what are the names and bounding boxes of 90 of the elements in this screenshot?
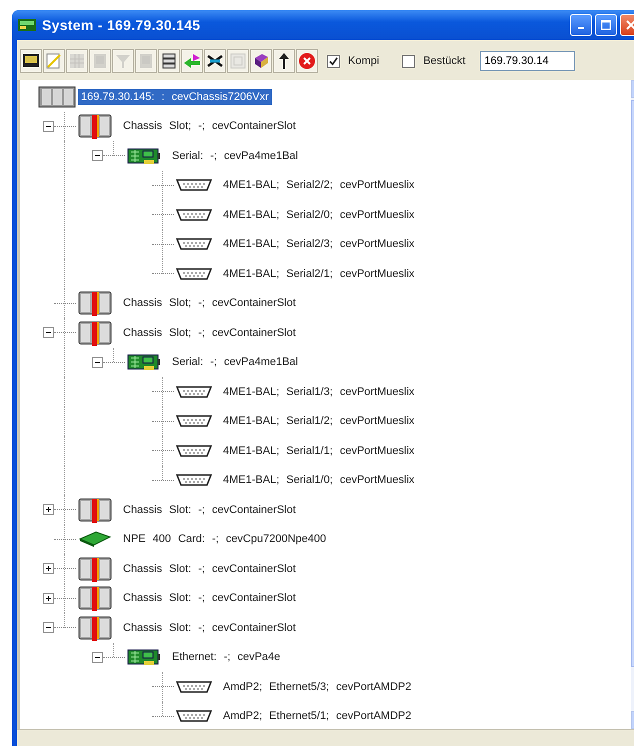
window-title: System - 169.79.30.145 xyxy=(42,17,200,33)
slot-icon xyxy=(78,320,112,346)
toolbar-button[interactable] xyxy=(273,49,295,73)
address-field[interactable]: 169.79.30.14 xyxy=(480,51,576,71)
tree-item[interactable]: 4ME1-BAL; Serial2/0; cevPortMueslix xyxy=(220,206,418,223)
expander-toggle[interactable] xyxy=(92,356,103,368)
tree-item[interactable]: Serial: -; cevPa4me1Bal xyxy=(169,148,301,164)
tree-item[interactable]: 4ME1-BAL; Serial1/1; cevPortMueslix xyxy=(220,442,418,459)
tree-item[interactable]: Chassis Slot: -; cevContainerSlot xyxy=(120,560,299,577)
plus-icon xyxy=(46,596,51,601)
expander-toggle[interactable] xyxy=(92,652,103,663)
slot-icon xyxy=(78,614,112,641)
toolbar-button[interactable] xyxy=(158,49,180,73)
stack-icon xyxy=(160,52,178,70)
toolbar-button[interactable] xyxy=(204,49,226,73)
slot-icon xyxy=(78,290,112,316)
minus-icon xyxy=(95,362,100,363)
port-connector-icon xyxy=(176,680,212,694)
minimize-button[interactable] xyxy=(570,14,592,36)
plus-icon xyxy=(46,507,51,512)
tree-item[interactable]: Serial: -; cevPa4me1Bal xyxy=(169,354,301,370)
page-icon xyxy=(91,52,109,70)
minus-icon xyxy=(95,656,100,658)
port-connector-icon xyxy=(176,444,212,458)
checkbox-label: Kompi xyxy=(348,55,380,67)
port-connector-icon xyxy=(176,237,212,252)
minus-icon xyxy=(46,126,51,127)
cross-arrows-icon xyxy=(206,52,224,70)
minus-icon xyxy=(95,155,100,156)
swap-arrows-icon xyxy=(183,52,201,70)
toolbar-button[interactable] xyxy=(20,49,42,73)
tree-item[interactable]: Chassis Slot: -; cevContainerSlot xyxy=(120,620,299,636)
maximize-button[interactable] xyxy=(595,14,617,36)
expander-toggle[interactable] xyxy=(43,622,54,634)
frame-icon xyxy=(229,52,247,70)
maximize-icon xyxy=(601,20,611,30)
minus-icon xyxy=(46,627,51,628)
tree-item[interactable]: 4ME1-BAL; Serial1/2; cevPortMueslix xyxy=(220,413,418,430)
expander-toggle[interactable] xyxy=(43,592,54,604)
port-connector-icon xyxy=(176,266,212,281)
tree-item[interactable]: AmdP2; Ethernet5/1; cevPortAMDP2 xyxy=(220,708,414,724)
port-connector-icon xyxy=(176,208,212,222)
chassis-icon xyxy=(38,84,76,109)
plus-icon xyxy=(46,566,51,572)
tree-item[interactable]: 4ME1-BAL; Serial1/0; cevPortMueslix xyxy=(220,472,418,488)
page-icon xyxy=(137,52,155,70)
tree-item[interactable]: Chassis Slot; -; cevContainerSlot xyxy=(120,295,299,312)
slot-icon xyxy=(78,585,112,612)
app-icon xyxy=(18,18,36,32)
checkbox[interactable] xyxy=(402,54,416,68)
tree-item[interactable]: NPE 400 Card: -; cevCpu7200Npe400 xyxy=(120,531,330,548)
tree-item[interactable]: Chassis Slot; -; cevContainerSlot xyxy=(120,118,299,134)
slot-icon xyxy=(78,113,112,140)
pencil-icon xyxy=(45,52,63,70)
funnel-icon xyxy=(114,52,132,70)
port-connector-icon xyxy=(176,384,212,399)
tree-item[interactable]: Chassis Slot; -; cevContainerSlot xyxy=(120,324,299,341)
minimize-icon xyxy=(578,27,584,29)
tree-item[interactable]: Chassis Slot: -; cevContainerSlot xyxy=(120,590,299,606)
tree-item[interactable]: AmdP2; Ethernet5/3; cevPortAMDP2 xyxy=(220,678,414,695)
tree-item[interactable]: 4ME1-BAL; Serial2/3; cevPortMueslix xyxy=(220,236,418,252)
minus-icon xyxy=(46,332,51,334)
port-connector-icon xyxy=(176,473,212,488)
checkbox-label: Bestückt xyxy=(423,55,466,67)
port-connector-icon xyxy=(176,414,212,428)
grid-icon xyxy=(68,52,86,70)
slot-icon xyxy=(78,556,112,582)
expander-toggle[interactable] xyxy=(43,563,54,574)
tree-item[interactable]: 169.79.30.145: : cevChassis7206Vxr xyxy=(78,88,272,105)
slot-icon xyxy=(78,496,112,523)
tree-item[interactable]: 4ME1-BAL; Serial1/3; cevPortMueslix xyxy=(220,384,418,400)
expander-toggle[interactable] xyxy=(43,120,54,132)
tree-item[interactable]: Ethernet: -; cevPa4e xyxy=(169,649,284,666)
tree-item[interactable]: 4ME1-BAL; Serial2/2; cevPortMueslix xyxy=(220,177,418,194)
expander-toggle[interactable] xyxy=(43,504,54,516)
tree-item[interactable]: 4ME1-BAL; Serial2/1; cevPortMueslix xyxy=(220,266,418,282)
port-connector-icon xyxy=(176,178,212,192)
stop-icon xyxy=(298,52,316,70)
card-icon xyxy=(78,529,112,550)
circuit-board-icon xyxy=(127,146,161,166)
port-connector-icon xyxy=(176,709,212,724)
expander-toggle[interactable] xyxy=(43,327,54,338)
expander-toggle[interactable] xyxy=(92,150,103,162)
circuit-board-icon xyxy=(127,352,161,372)
circuit-board-icon xyxy=(127,647,161,668)
monitor-icon xyxy=(22,52,40,70)
checkbox[interactable] xyxy=(327,54,340,68)
toolbar-button[interactable] xyxy=(250,49,272,73)
close-icon xyxy=(626,20,634,30)
tree-item[interactable]: Chassis Slot: -; cevContainerSlot xyxy=(120,502,299,518)
